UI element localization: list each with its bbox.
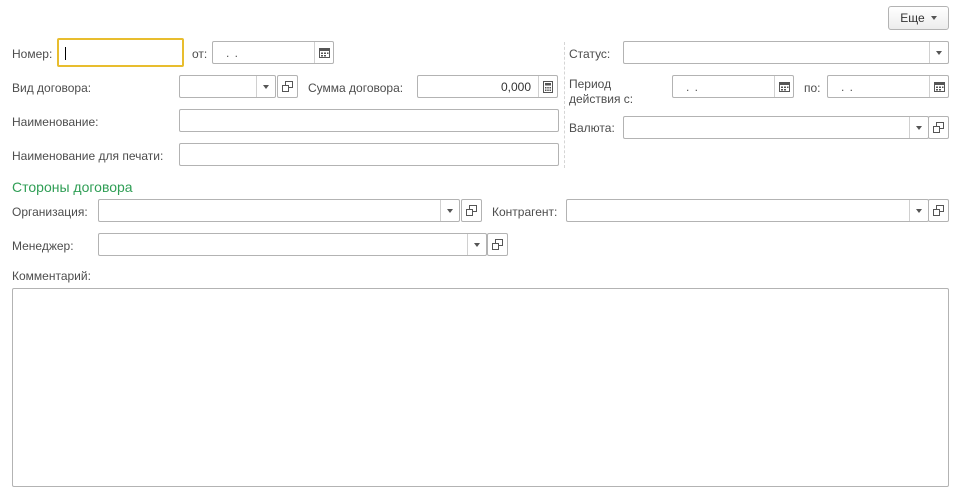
chevron-down-icon [936,50,942,55]
number-label: Номер: [12,47,53,61]
open-window-icon [933,122,944,133]
contract-type-select[interactable] [179,75,276,98]
contract-sum-value: 0,000 [500,80,531,94]
calendar-icon [318,48,330,58]
column-separator [564,42,565,168]
currency-label: Валюта: [569,121,615,135]
status-dropdown-button[interactable] [929,42,948,63]
chevron-down-icon [263,84,269,89]
print-name-label: Наименование для печати: [12,149,164,163]
date-mask: . . [686,80,700,94]
status-label: Статус: [569,47,611,61]
currency-dropdown-button[interactable] [909,117,928,138]
organization-open-button[interactable] [461,199,482,222]
chevron-down-icon [930,16,937,20]
more-button[interactable]: Еще [888,6,949,30]
counterparty-label: Контрагент: [492,205,558,219]
status-select[interactable] [623,41,949,64]
open-window-icon [933,205,944,216]
name-label: Наименование: [12,115,99,129]
open-window-icon [492,239,503,250]
parties-section-title: Стороны договора [12,179,133,195]
manager-label: Менеджер: [12,239,74,253]
counterparty-select[interactable] [566,199,929,222]
contract-sum-label: Сумма договора: [308,81,404,95]
period-to-label: по: [804,81,821,95]
calendar-icon [778,82,790,92]
currency-select[interactable] [623,116,929,139]
comment-textarea[interactable] [12,288,949,487]
chevron-down-icon [916,125,922,130]
chevron-down-icon [447,208,453,213]
name-input[interactable] [179,109,559,132]
calendar-icon [933,82,945,92]
chevron-down-icon [916,208,922,213]
manager-select[interactable] [98,233,487,256]
counterparty-dropdown-button[interactable] [909,200,928,221]
print-name-input[interactable] [179,143,559,166]
currency-open-button[interactable] [928,116,949,139]
organization-dropdown-button[interactable] [440,200,459,221]
date-mask: . . [841,80,855,94]
period-from-input[interactable]: . . [672,75,794,98]
more-button-label: Еще [900,11,925,25]
open-window-icon [466,205,477,216]
contract-sum-input[interactable]: 0,000 [417,75,558,98]
contract-date-input[interactable]: . . [212,41,334,64]
manager-dropdown-button[interactable] [467,234,486,255]
text-caret [65,47,66,60]
number-input[interactable] [57,38,184,67]
period-label-line1: Период [569,77,612,91]
contract-type-label: Вид договора: [12,81,92,95]
contract-type-dropdown-button[interactable] [256,76,275,97]
date-mask: . . [226,46,240,60]
period-label-line2: действия с: [569,92,634,106]
chevron-down-icon [474,242,480,247]
calculator-icon [543,80,553,93]
contract-type-open-button[interactable] [277,75,298,98]
period-to-input[interactable]: . . [827,75,949,98]
calculator-button[interactable] [538,76,557,97]
date-from-label: от: [192,47,208,61]
period-from-calendar-button[interactable] [774,76,793,97]
comment-label: Комментарий: [12,269,91,283]
counterparty-open-button[interactable] [928,199,949,222]
open-window-icon [282,81,293,92]
period-to-calendar-button[interactable] [929,76,948,97]
organization-select[interactable] [98,199,460,222]
manager-open-button[interactable] [487,233,508,256]
organization-label: Организация: [12,205,88,219]
calendar-button[interactable] [314,42,333,63]
